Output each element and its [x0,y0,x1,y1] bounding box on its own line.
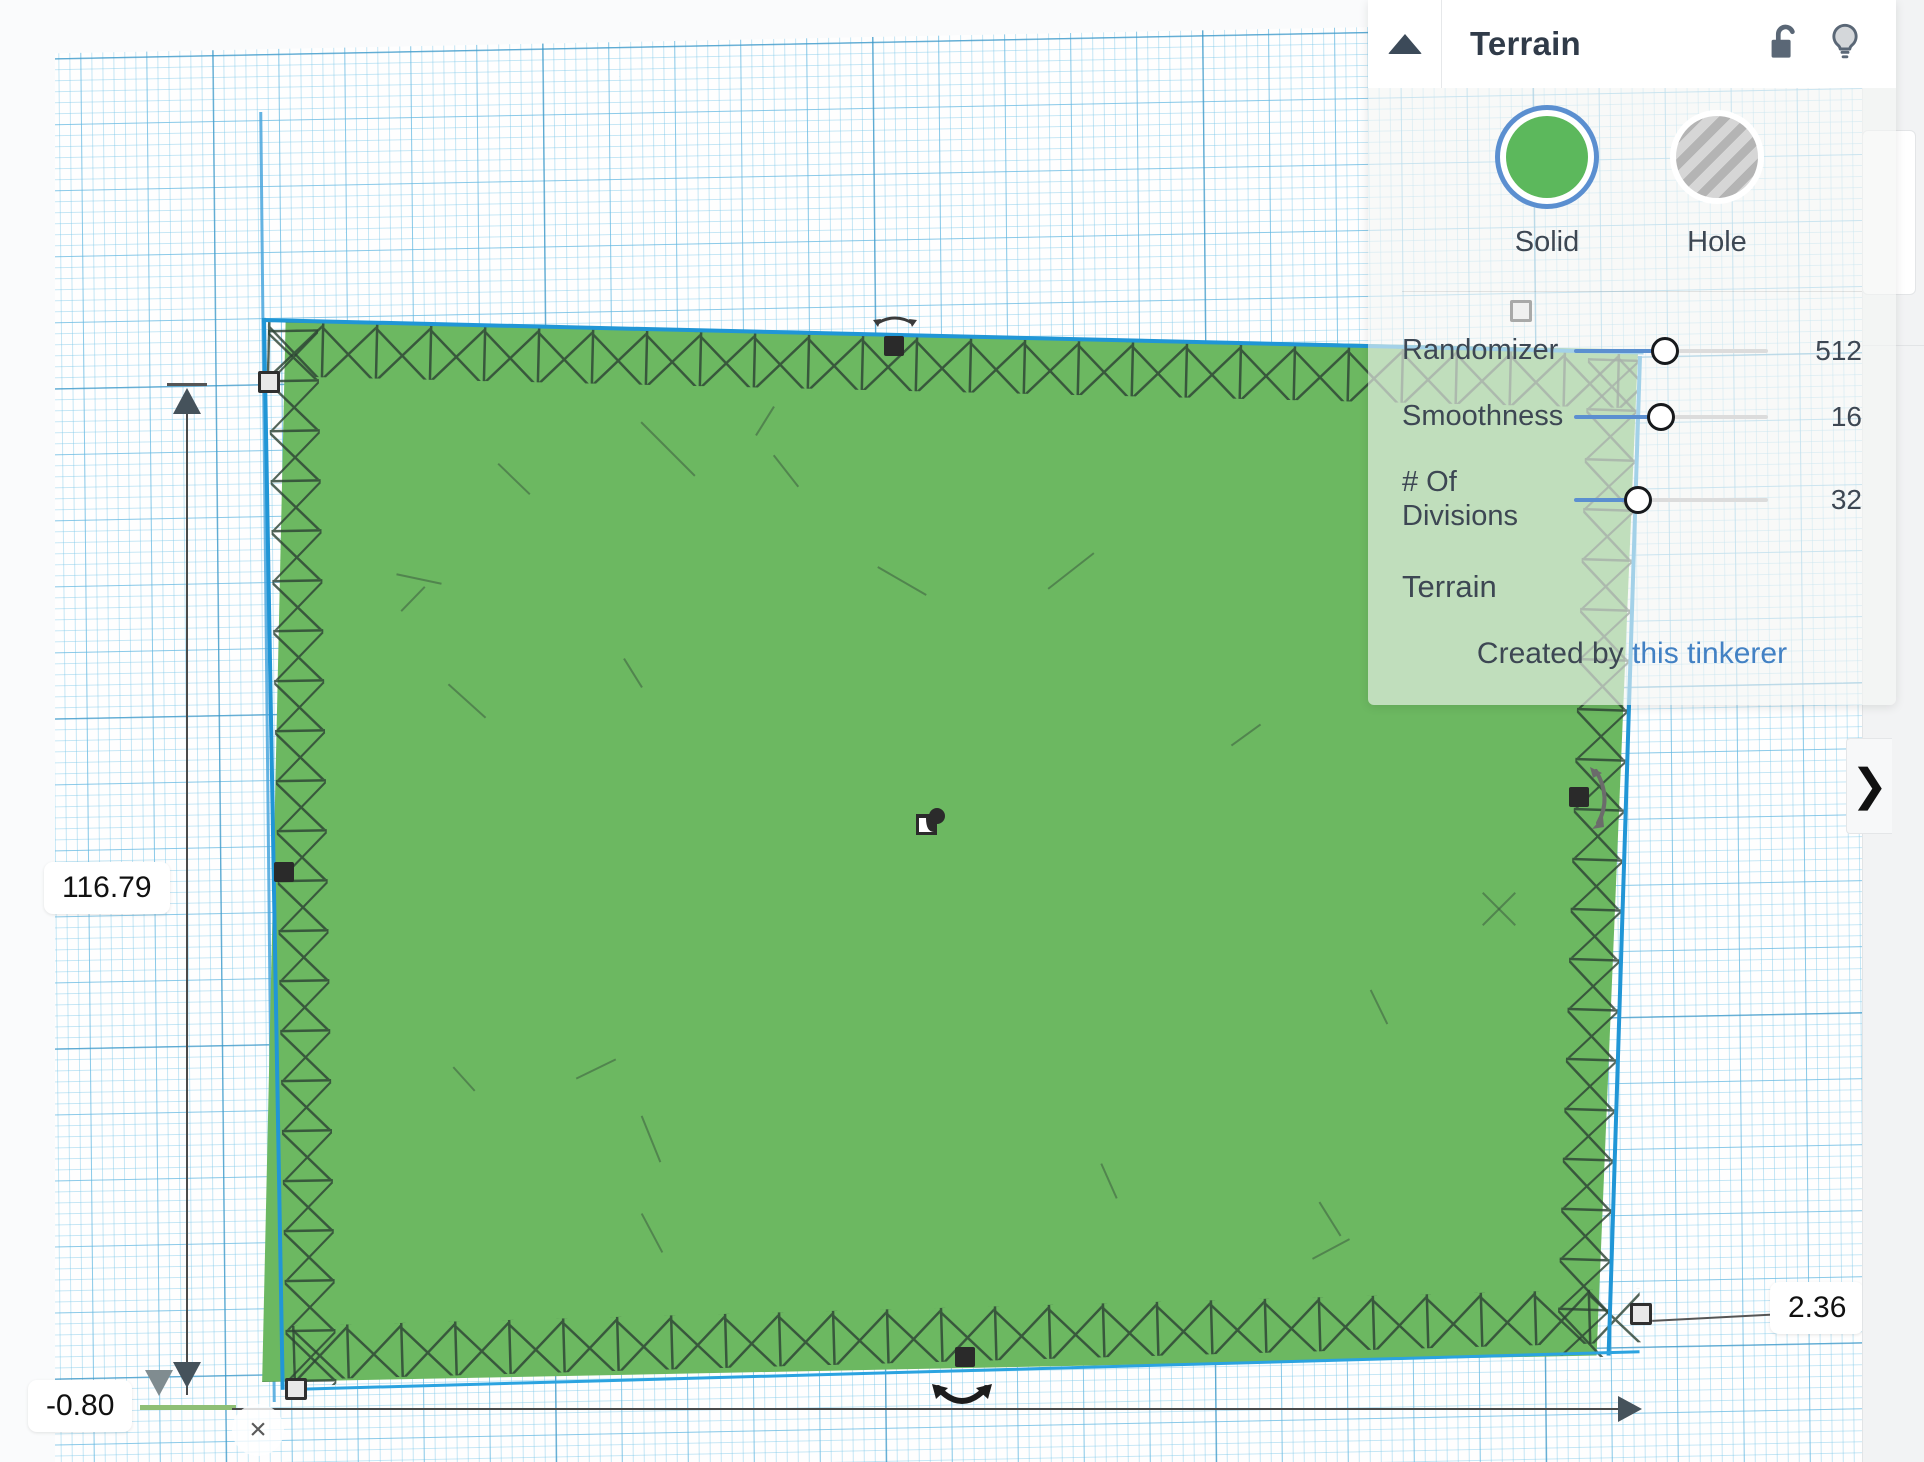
slider-thumb[interactable] [1651,337,1680,365]
close-icon[interactable]: × [232,1404,284,1456]
shape-mode-selector: Solid Hole [1368,88,1896,285]
slider-row-randomizer: Randomizer 512 [1368,318,1896,384]
parameter-sliders: Randomizer 512 Smoothness 16 # Of Divisi… [1368,292,1896,555]
elevation-arrow-down-icon[interactable] [145,1370,173,1396]
resize-handle-bottom-right[interactable] [1630,1303,1652,1325]
workplane-left-fade [0,0,55,1462]
page-title: Terrain [1470,25,1581,62]
depth-label[interactable]: 2.36 [1770,1282,1865,1334]
resize-handle-bottom-mid[interactable] [955,1347,975,1367]
rotate-handle-bottom[interactable] [930,1382,994,1421]
lightbulb-icon[interactable] [1828,22,1862,67]
hole-swatch[interactable] [1676,116,1758,198]
width-dimension-line [232,1408,1637,1410]
height-arrow-up-icon [173,388,201,414]
resize-handle-left-mid[interactable] [274,862,294,882]
creator-credit: Created by this tinkerer [1368,613,1896,705]
slider-thumb[interactable] [1624,485,1653,514]
smoothness-value[interactable]: 16 [1778,401,1862,433]
elevation-baseline [140,1405,236,1410]
divisions-value[interactable]: 32 [1778,484,1862,516]
width-arrow-right-icon [1618,1396,1642,1422]
chevron-right-icon[interactable]: ❯ [1846,738,1892,834]
triangle-up-icon [1387,34,1422,54]
credit-prefix: Created by [1476,637,1624,671]
resize-handle-top-mid[interactable] [884,336,904,356]
inspector-header: Terrain [1368,0,1896,88]
inspector-header-actions [1768,22,1896,67]
hole-label: Hole [1687,226,1747,258]
height-label[interactable]: 116.79 [44,862,170,914]
height-arrow-down-icon [173,1362,201,1388]
randomizer-slider[interactable] [1574,334,1768,368]
randomizer-label: Randomizer [1402,334,1559,367]
divisions-label: # Of Divisions [1402,466,1519,532]
resize-handle-top-left[interactable] [258,371,280,393]
height-dimension-line [186,392,188,1395]
creator-link[interactable]: this tinkerer [1632,637,1787,670]
shape-inspector-panel: Terrain Solid Hole Randomizer 512 Smooth… [1368,0,1896,706]
resize-handle-bottom-left[interactable] [285,1378,307,1400]
slider-row-divisions: # Of Divisions 32 [1368,450,1896,549]
inspector-body: Solid Hole Randomizer 512 Smoothness 16 … [1368,88,1896,706]
unlock-icon[interactable] [1768,23,1802,66]
elevation-label[interactable]: -0.80 [28,1380,133,1432]
collapse-panel-button[interactable] [1368,0,1442,88]
shape-mode-solid[interactable]: Solid [1506,116,1588,259]
smoothness-slider[interactable] [1574,400,1768,434]
tinkercad-editor: 116.79 2.36 -0.80 ( × ❯ Terrain [0,0,1924,1462]
slider-row-smoothness: Smoothness 16 [1368,384,1896,450]
solid-swatch[interactable] [1506,116,1588,198]
divisions-slider[interactable] [1574,483,1768,517]
rotate-handle-right[interactable] [1586,765,1616,836]
slider-thumb[interactable] [1647,403,1676,431]
object-center-marker[interactable] [916,808,946,836]
rotate-handle-top[interactable] [872,310,918,335]
height-dimension-cap [167,383,207,386]
randomizer-value[interactable]: 512 [1778,335,1862,367]
solid-label: Solid [1514,226,1580,258]
shape-mode-hole[interactable]: Hole [1676,116,1758,259]
smoothness-label: Smoothness [1402,400,1564,433]
object-name-label: Terrain [1402,569,1497,605]
